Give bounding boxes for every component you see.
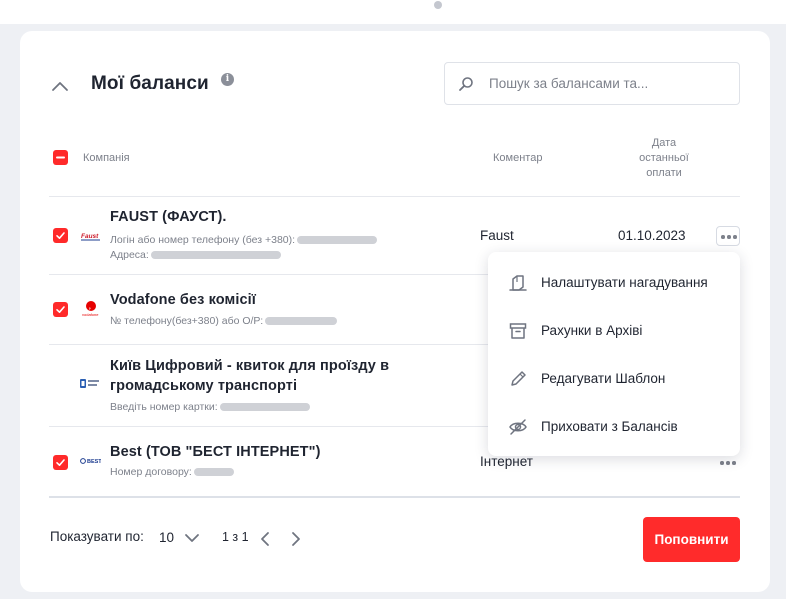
search-icon bbox=[459, 77, 473, 91]
redacted-value bbox=[297, 236, 378, 245]
edit-icon bbox=[511, 371, 526, 386]
column-header-date: Дата останньої оплати bbox=[624, 136, 704, 181]
search-input[interactable] bbox=[489, 63, 729, 104]
archive-icon bbox=[509, 323, 527, 339]
company-name[interactable]: FAUST (ФАУСТ). bbox=[110, 207, 227, 227]
row-checkbox[interactable] bbox=[53, 228, 68, 243]
menu-item-archive[interactable]: Рахунки в Архіві bbox=[488, 311, 740, 351]
chevron-down-icon[interactable] bbox=[184, 533, 200, 543]
collapse-chevron-icon[interactable] bbox=[50, 79, 70, 93]
kyiv-digital-logo bbox=[80, 379, 99, 388]
comment-cell: Faust bbox=[480, 228, 514, 243]
page-size-select[interactable]: 10 bbox=[159, 530, 174, 545]
company-field: Адреса: bbox=[110, 249, 281, 261]
company-field: Введіть номер картки: bbox=[110, 401, 310, 413]
chevron-right-icon[interactable] bbox=[290, 531, 302, 547]
company-field: Логін або номер телефону (без +380): bbox=[110, 234, 378, 246]
carousel-dot[interactable] bbox=[434, 1, 442, 9]
comment-cell: Інтернет bbox=[480, 454, 533, 469]
redacted-value bbox=[193, 468, 234, 477]
date-cell: 01.10.2023 bbox=[618, 228, 686, 243]
vodafone-logo: , vodafone bbox=[82, 301, 99, 317]
company-field-label: Введіть номер картки: bbox=[110, 401, 218, 413]
check-icon bbox=[56, 232, 65, 239]
reminder-icon bbox=[509, 275, 527, 291]
company-field-label: Логін або номер телефону (без +380): bbox=[110, 234, 296, 246]
page-indicator: 1 з 1 bbox=[222, 530, 249, 544]
best-logo: BEST bbox=[80, 458, 101, 465]
balances-card: Мої баланси i Компанія Коментар Дата ост… bbox=[20, 31, 770, 592]
svg-text:vodafone: vodafone bbox=[82, 312, 99, 317]
table-bottom-border bbox=[49, 496, 740, 498]
svg-text:,: , bbox=[89, 303, 91, 311]
menu-item-label: Рахунки в Архіві bbox=[541, 323, 643, 338]
menu-item-label: Приховати з Балансів bbox=[541, 419, 678, 434]
company-field-label: Адреса: bbox=[110, 249, 149, 261]
topup-button[interactable]: Поповнити bbox=[643, 517, 740, 562]
page-size-label: Показувати по: bbox=[50, 529, 144, 544]
svg-text:Faust: Faust bbox=[81, 233, 99, 240]
check-icon bbox=[56, 306, 65, 313]
info-icon[interactable]: i bbox=[221, 73, 234, 86]
row-more-button[interactable] bbox=[716, 453, 740, 473]
company-field: № телефону(без+380) або О/Р: bbox=[110, 315, 338, 327]
chevron-left-icon[interactable] bbox=[259, 531, 271, 547]
column-header-date-line: оплати bbox=[646, 167, 682, 179]
menu-item-label: Редагувати Шаблон bbox=[541, 371, 666, 386]
svg-text:BEST: BEST bbox=[87, 459, 101, 465]
company-name-line: Київ Цифровий - квиток для проїзду в bbox=[110, 358, 390, 374]
column-header-date-line: останньої bbox=[639, 152, 689, 164]
menu-item-hide[interactable]: Приховати з Балансів bbox=[488, 407, 740, 447]
faust-logo: Faust bbox=[81, 233, 100, 241]
company-field-label: № телефону(без+380) або О/Р: bbox=[110, 315, 264, 327]
page-title: Мої баланси bbox=[91, 73, 209, 94]
company-field-label: Номер договору: bbox=[110, 466, 192, 478]
row-more-button[interactable] bbox=[716, 226, 740, 246]
column-header-comment: Коментар bbox=[493, 152, 543, 164]
menu-item-label: Налаштувати нагадування bbox=[541, 275, 708, 290]
redacted-value bbox=[150, 251, 281, 260]
menu-item-reminder[interactable]: Налаштувати нагадування bbox=[488, 263, 740, 303]
redacted-value bbox=[265, 317, 338, 326]
select-all-checkbox[interactable] bbox=[53, 150, 68, 165]
top-strip bbox=[0, 0, 786, 24]
redacted-value bbox=[219, 403, 310, 412]
column-header-company: Компанія bbox=[83, 152, 130, 164]
row-divider bbox=[49, 196, 740, 197]
company-name[interactable]: Best (ТОВ "БЕСТ ІНТЕРНЕТ") bbox=[110, 442, 321, 462]
search-box[interactable] bbox=[444, 62, 740, 105]
row-checkbox[interactable] bbox=[53, 455, 68, 470]
row-context-menu: Налаштувати нагадування Рахунки в Архіві… bbox=[488, 252, 740, 456]
company-name-line: громадському транспорті bbox=[110, 378, 298, 394]
company-name[interactable]: Vodafone без комісії bbox=[110, 290, 256, 310]
column-header-date-line: Дата bbox=[651, 137, 677, 149]
menu-item-edit-template[interactable]: Редагувати Шаблон bbox=[488, 359, 740, 399]
minus-icon bbox=[56, 156, 65, 159]
company-name[interactable]: Київ Цифровий - квиток для проїзду в гро… bbox=[110, 356, 389, 396]
row-checkbox[interactable] bbox=[53, 302, 68, 317]
hide-icon bbox=[509, 419, 527, 435]
company-field: Номер договору: bbox=[110, 466, 234, 478]
check-icon bbox=[56, 459, 65, 466]
